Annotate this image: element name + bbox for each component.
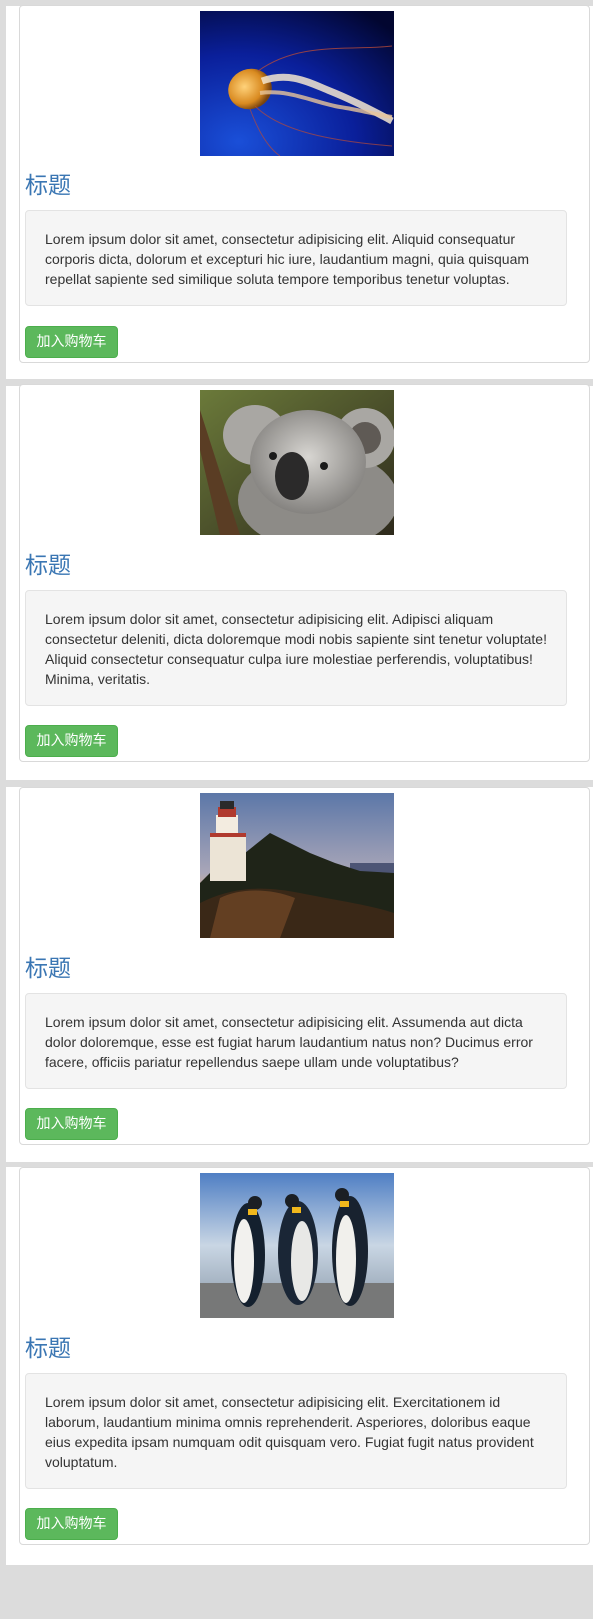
add-to-cart-button[interactable]: 加入购物车	[25, 326, 118, 358]
product-title: 标题	[25, 553, 71, 579]
product-list-page: 标题 Lorem ipsum dolor sit amet, consectet…	[0, 0, 593, 1619]
product-description: Lorem ipsum dolor sit amet, consectetur …	[25, 993, 567, 1089]
product-description: Lorem ipsum dolor sit amet, consectetur …	[25, 590, 567, 706]
penguins-image	[200, 1173, 394, 1318]
product-card: 标题 Lorem ipsum dolor sit amet, consectet…	[19, 787, 590, 1145]
product-title: 标题	[25, 956, 71, 982]
product-title: 标题	[25, 173, 71, 199]
product-card: 标题 Lorem ipsum dolor sit amet, consectet…	[19, 1167, 590, 1545]
add-to-cart-button[interactable]: 加入购物车	[25, 1108, 118, 1140]
product-card: 标题 Lorem ipsum dolor sit amet, consectet…	[19, 384, 590, 762]
add-to-cart-button[interactable]: 加入购物车	[25, 725, 118, 757]
add-to-cart-button[interactable]: 加入购物车	[25, 1508, 118, 1540]
product-description: Lorem ipsum dolor sit amet, consectetur …	[25, 210, 567, 306]
koala-image	[200, 390, 394, 535]
lighthouse-image	[200, 793, 394, 938]
product-card: 标题 Lorem ipsum dolor sit amet, consectet…	[19, 5, 590, 363]
jellyfish-image	[200, 11, 394, 156]
product-title: 标题	[25, 1336, 71, 1362]
product-description: Lorem ipsum dolor sit amet, consectetur …	[25, 1373, 567, 1489]
